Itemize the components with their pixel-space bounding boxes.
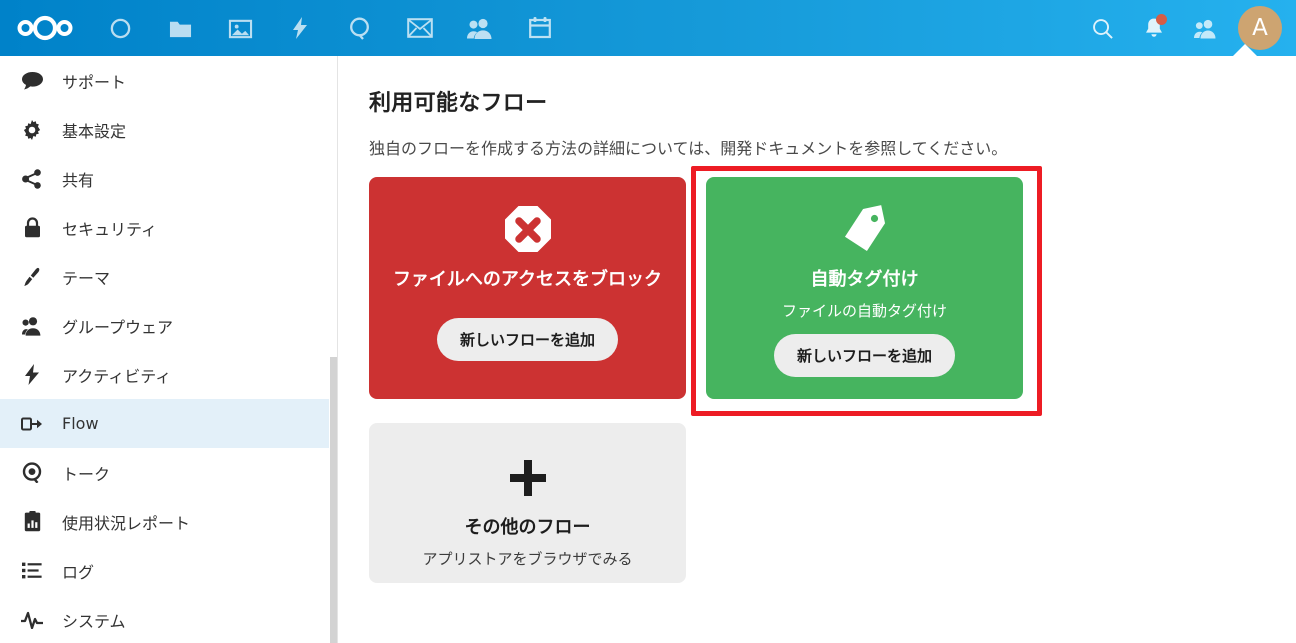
sidebar-item-system[interactable]: システム bbox=[0, 595, 329, 643]
sidebar-item-label: テーマ bbox=[62, 268, 111, 288]
calendar-icon[interactable] bbox=[510, 0, 570, 56]
bolt-icon bbox=[16, 359, 48, 391]
add-new-flow-button[interactable]: 新しいフローを追加 bbox=[773, 334, 955, 377]
flow-card-title: その他のフロー bbox=[464, 517, 591, 538]
settings-sidebar[interactable]: サポート 基本設定 共有 セキュリティ テーマ グループウェア アクティビティ … bbox=[0, 56, 338, 643]
list-icon bbox=[16, 555, 48, 587]
sidebar-item-label: セキュリティ bbox=[62, 219, 158, 239]
sidebar-item-groupware[interactable]: グループウェア bbox=[0, 301, 329, 350]
user-menu-caret bbox=[1232, 44, 1258, 57]
page-title: 利用可能なフロー bbox=[369, 91, 548, 116]
user-icon bbox=[16, 310, 48, 342]
nextcloud-logo[interactable] bbox=[0, 0, 90, 56]
contacts-icon[interactable] bbox=[450, 0, 510, 56]
brush-icon bbox=[16, 261, 48, 293]
sidebar-item-label: 基本設定 bbox=[62, 121, 127, 141]
app-header: A bbox=[0, 0, 1296, 56]
photos-icon[interactable] bbox=[210, 0, 270, 56]
flow-card-title: 自動タグ付け bbox=[810, 269, 919, 290]
sidebar-item-usage-report[interactable]: 使用状況レポート bbox=[0, 497, 329, 546]
sidebar-item-label: アクティビティ bbox=[62, 366, 172, 386]
sidebar-item-theming[interactable]: テーマ bbox=[0, 252, 329, 301]
flow-card-more-flows[interactable]: その他のフロー アプリストアをブラウザでみる bbox=[369, 423, 686, 583]
sidebar-item-label: トーク bbox=[62, 464, 111, 484]
sidebar-scrollbar[interactable] bbox=[330, 357, 337, 643]
report-icon bbox=[16, 506, 48, 538]
flow-card-subtitle: アプリストアをブラウザでみる bbox=[422, 550, 633, 568]
sidebar-item-label: サポート bbox=[62, 72, 127, 92]
mail-icon[interactable] bbox=[390, 0, 450, 56]
search-circle-icon[interactable] bbox=[330, 0, 390, 56]
plus-icon bbox=[506, 447, 550, 509]
notification-badge bbox=[1156, 14, 1167, 25]
flow-card-subtitle: ファイルの自動タグ付け bbox=[781, 302, 947, 320]
main-content: 利用可能なフロー 独自のフローを作成する方法の詳細については、開発ドキュメントを… bbox=[338, 56, 1296, 643]
contacts-menu-icon[interactable] bbox=[1180, 0, 1232, 56]
tag-icon bbox=[838, 199, 892, 261]
sidebar-item-label: Flow bbox=[62, 414, 99, 433]
search-icon[interactable] bbox=[1076, 0, 1128, 56]
avatar-initial: A bbox=[1252, 14, 1268, 41]
gear-icon bbox=[16, 114, 48, 146]
activity-icon[interactable] bbox=[270, 0, 330, 56]
add-new-flow-button[interactable]: 新しいフローを追加 bbox=[436, 318, 618, 361]
sidebar-item-flow[interactable]: Flow bbox=[0, 399, 329, 448]
sidebar-item-sharing[interactable]: 共有 bbox=[0, 154, 329, 203]
page-description: 独自のフローを作成する方法の詳細については、開発ドキュメントを参照してください。 bbox=[369, 139, 1008, 158]
share-icon bbox=[16, 163, 48, 195]
block-octagon-x-icon bbox=[502, 199, 554, 261]
flow-card-title: ファイルへのアクセスをブロック bbox=[392, 269, 663, 290]
flow-icon bbox=[16, 408, 48, 440]
flow-card-block-access[interactable]: ファイルへのアクセスをブロック 新しいフローを追加 bbox=[369, 177, 686, 399]
talk-icon bbox=[16, 457, 48, 489]
sidebar-item-label: 使用状況レポート bbox=[62, 513, 191, 533]
sidebar-item-talk[interactable]: トーク bbox=[0, 448, 329, 497]
sidebar-item-activity[interactable]: アクティビティ bbox=[0, 350, 329, 399]
sidebar-item-support[interactable]: サポート bbox=[0, 56, 329, 105]
notifications-bell-icon[interactable] bbox=[1128, 0, 1180, 56]
comment-icon bbox=[16, 65, 48, 97]
circles-icon[interactable] bbox=[90, 0, 150, 56]
sidebar-item-label: グループウェア bbox=[62, 317, 174, 337]
header-actions: A bbox=[1076, 0, 1296, 56]
flow-card-auto-tagging[interactable]: 自動タグ付け ファイルの自動タグ付け 新しいフローを追加 bbox=[706, 177, 1023, 399]
sidebar-item-logs[interactable]: ログ bbox=[0, 546, 329, 595]
sidebar-item-label: ログ bbox=[62, 562, 95, 582]
sidebar-item-basic-settings[interactable]: 基本設定 bbox=[0, 105, 329, 154]
sidebar-item-security[interactable]: セキュリティ bbox=[0, 203, 329, 252]
sidebar-item-label: 共有 bbox=[62, 170, 95, 190]
pulse-icon bbox=[16, 604, 48, 636]
lock-icon bbox=[16, 212, 48, 244]
sidebar-item-label: システム bbox=[62, 611, 126, 631]
files-icon[interactable] bbox=[150, 0, 210, 56]
